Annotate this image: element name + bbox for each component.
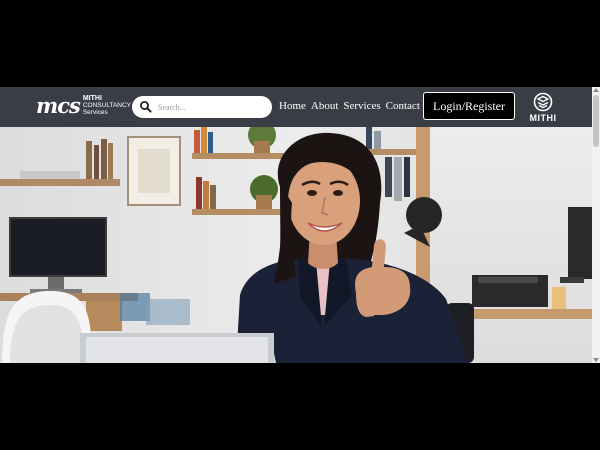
scroll-thumb[interactable] bbox=[593, 95, 599, 147]
vertical-scrollbar[interactable] bbox=[592, 87, 600, 363]
mithi-logo[interactable]: MITHI bbox=[526, 92, 560, 123]
nav-about[interactable]: About bbox=[311, 100, 339, 112]
brand-text: MITHI CONSULTANCY Services bbox=[83, 95, 131, 116]
nav-contact[interactable]: Contact bbox=[386, 100, 420, 112]
top-navbar: mcs MITHI CONSULTANCY Services Home Abou… bbox=[0, 87, 592, 127]
scroll-down-arrow-icon[interactable] bbox=[593, 358, 599, 362]
scroll-up-arrow-icon[interactable] bbox=[593, 88, 599, 92]
brand-mark: mcs bbox=[36, 93, 81, 118]
mithi-emblem-icon bbox=[533, 92, 553, 112]
search-input[interactable] bbox=[156, 101, 270, 113]
nav-links: Home About Services Contact bbox=[279, 100, 425, 112]
mithi-logo-text: MITHI bbox=[529, 113, 557, 123]
nav-services[interactable]: Services bbox=[343, 100, 380, 112]
browser-viewport: mcs MITHI CONSULTANCY Services Home Abou… bbox=[0, 87, 600, 363]
hero-image bbox=[0, 127, 592, 363]
nav-home[interactable]: Home bbox=[279, 100, 306, 112]
brand-line-3: Services bbox=[82, 109, 108, 116]
brand-logo[interactable]: mcs MITHI CONSULTANCY Services bbox=[36, 95, 131, 116]
search-bar[interactable] bbox=[132, 96, 272, 118]
brand-line-2: CONSULTANCY bbox=[82, 102, 131, 109]
login-register-button[interactable]: Login/Register bbox=[423, 92, 515, 120]
search-icon bbox=[140, 101, 152, 113]
brand-line-1: MITHI bbox=[82, 95, 102, 102]
